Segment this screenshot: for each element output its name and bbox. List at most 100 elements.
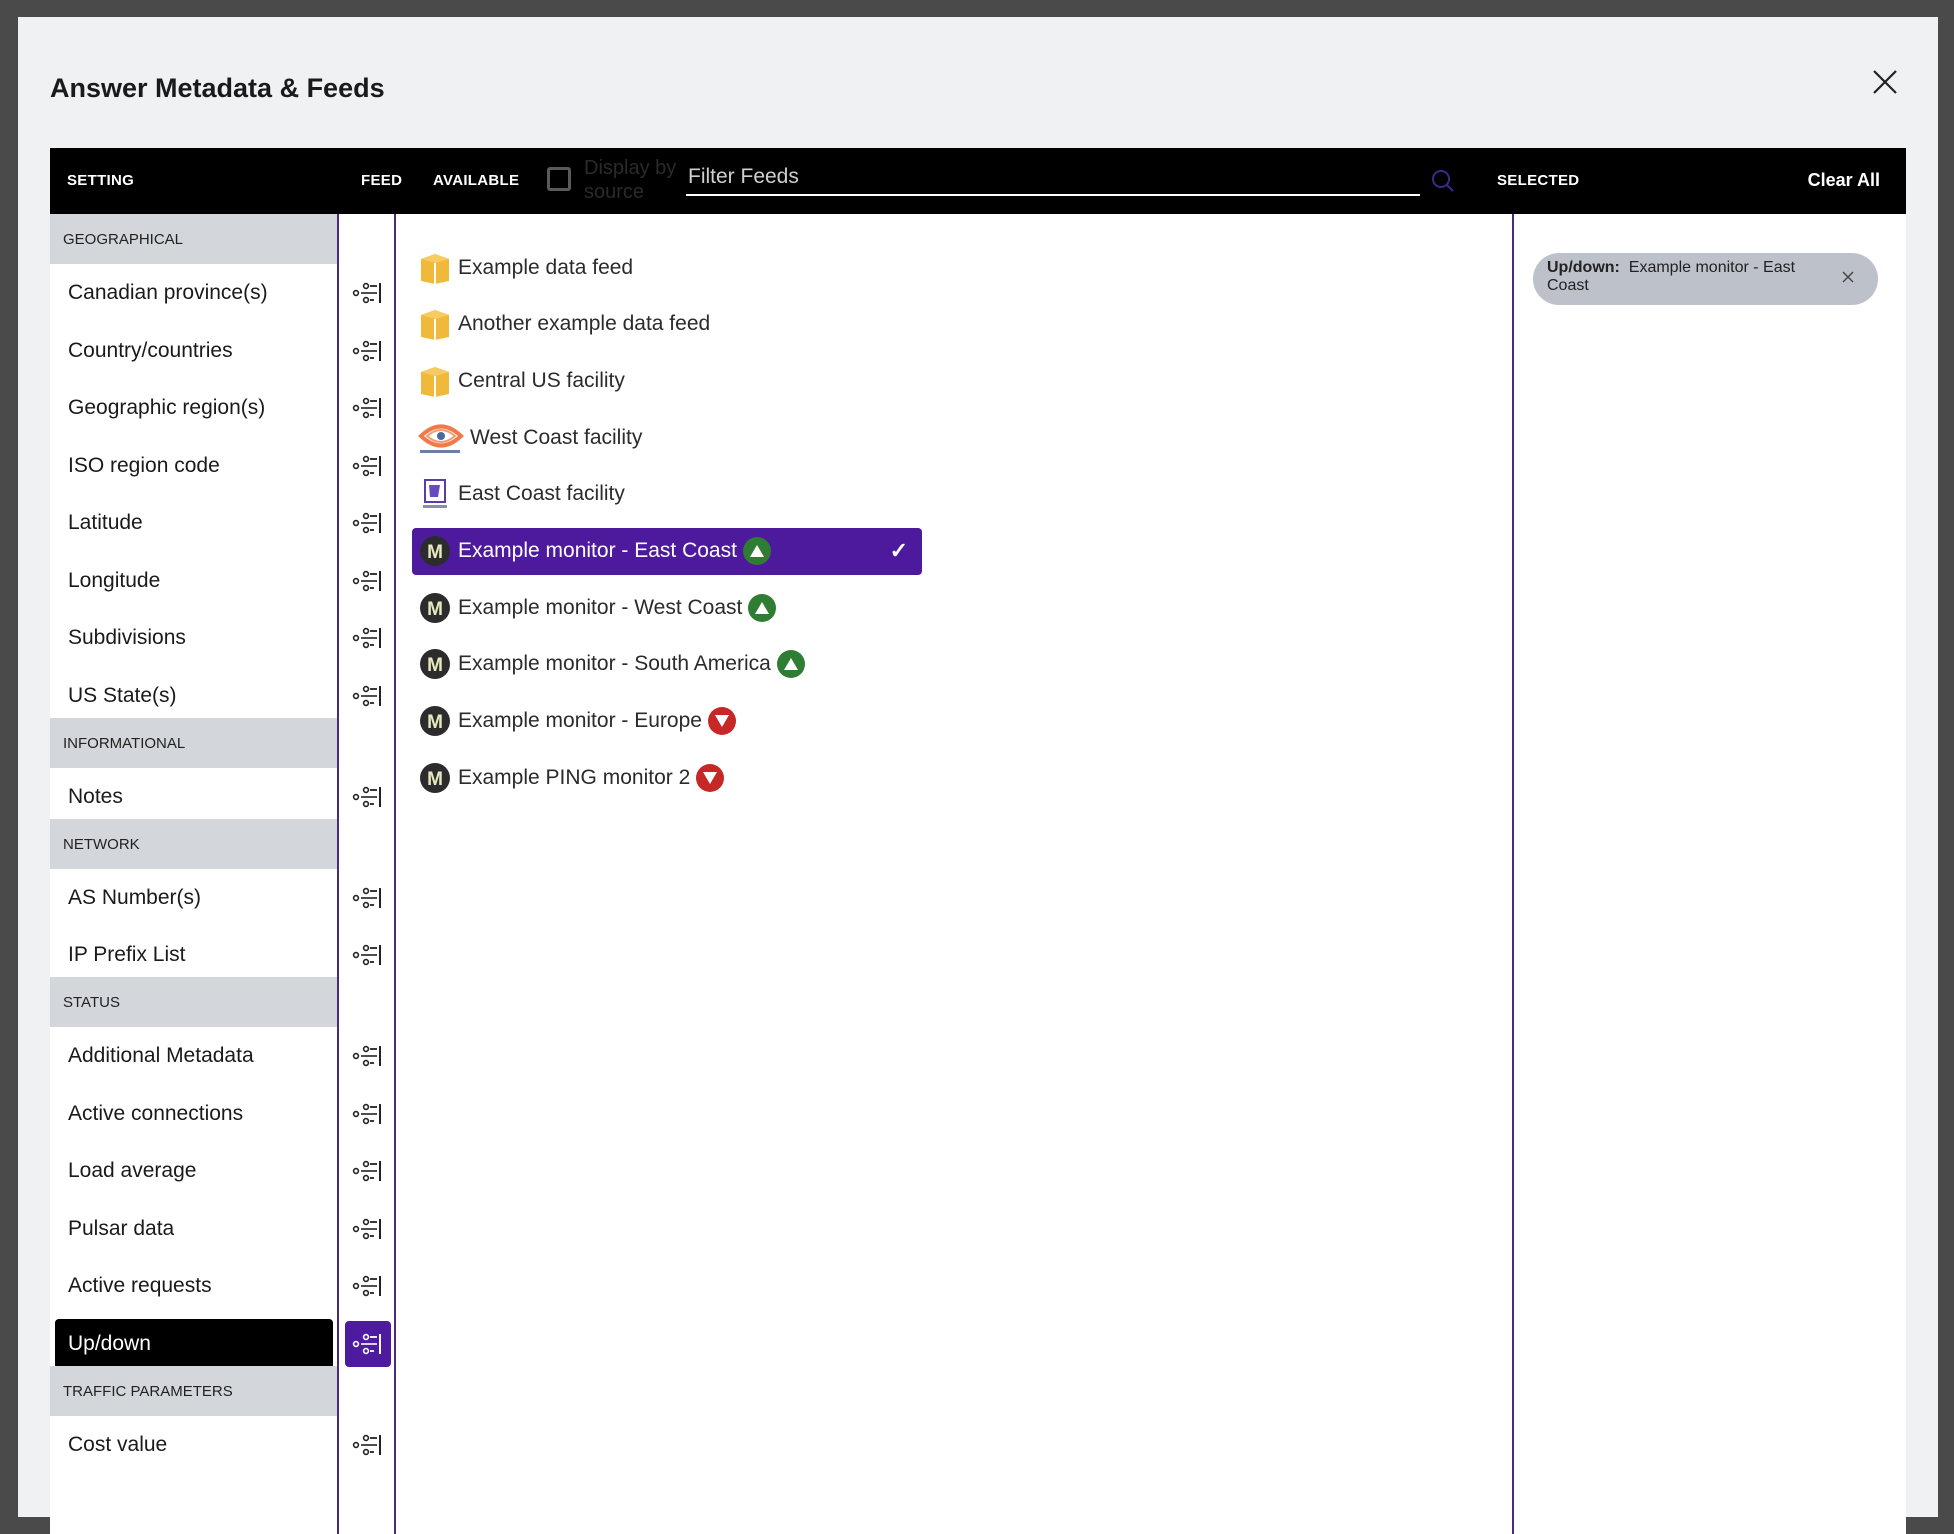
search-icon[interactable] xyxy=(1430,168,1456,194)
available-feed-item[interactable]: M Example monitor - South America xyxy=(412,641,805,688)
feed-settings-icon xyxy=(352,944,381,966)
selected-feeds-panel: Up/down: Example monitor - East Coast xyxy=(1512,214,1906,1534)
feed-settings-button[interactable] xyxy=(345,615,391,661)
setting-item[interactable]: US State(s) xyxy=(50,667,337,724)
feed-label: East Coast facility xyxy=(458,482,625,506)
feed-settings-icon xyxy=(352,1160,381,1182)
setting-item[interactable]: Load average xyxy=(50,1142,337,1199)
feed-label: Central US facility xyxy=(458,368,625,392)
monitor-m-icon: M xyxy=(420,592,450,623)
filter-feeds-input[interactable] xyxy=(686,160,1420,196)
setting-item[interactable]: Up/down xyxy=(55,1318,333,1369)
available-column-header: AVAILABLE xyxy=(433,172,520,189)
feed-settings-button[interactable] xyxy=(345,443,391,489)
monitor-m-icon: M xyxy=(418,534,452,568)
feed-settings-button[interactable] xyxy=(345,1033,391,1079)
feed-settings-button[interactable] xyxy=(345,1263,391,1309)
metadata-feeds-modal: Answer Metadata & Feeds SETTING FEED AVA… xyxy=(18,17,1938,1534)
available-feed-item[interactable]: M Example monitor - Europe xyxy=(412,698,736,745)
feed-settings-button[interactable] xyxy=(345,500,391,546)
modal-title: Answer Metadata & Feeds xyxy=(50,73,385,103)
eye-logo-icon xyxy=(418,424,464,453)
box-icon xyxy=(421,366,449,397)
svg-text:M: M xyxy=(427,655,443,676)
setting-item[interactable]: Notes xyxy=(50,768,337,825)
feed-settings-button[interactable] xyxy=(345,1320,391,1367)
feed-settings-button[interactable] xyxy=(345,1422,391,1468)
available-feed-item[interactable]: M Example monitor - West Coast xyxy=(412,584,777,631)
status-up-icon xyxy=(755,601,770,614)
monitor-m-icon: M xyxy=(420,649,450,680)
feed-settings-button[interactable] xyxy=(345,875,391,921)
setting-item[interactable]: Longitude xyxy=(50,552,337,609)
setting-item[interactable]: Active requests xyxy=(50,1257,337,1314)
setting-item[interactable]: Active connections xyxy=(50,1085,337,1142)
table-body: GEOGRAPHICAL Canadian province(s) Country/… xyxy=(50,214,1906,1534)
svg-text:M: M xyxy=(427,542,443,563)
monitor-m-icon: M xyxy=(418,704,452,738)
available-feed-item[interactable]: Example data feed xyxy=(412,244,633,291)
available-feed-item[interactable]: Central US facility xyxy=(412,357,625,404)
monitor-m-icon: M xyxy=(420,536,450,566)
feed-settings-icon xyxy=(352,1275,381,1297)
checkmark-icon: ✓ xyxy=(889,538,908,563)
status-down-icon xyxy=(703,771,718,784)
feed-settings-button[interactable] xyxy=(345,673,391,719)
setting-item[interactable]: IP Prefix List xyxy=(50,926,337,983)
remove-chip-button[interactable] xyxy=(1840,269,1856,285)
feed-settings-button[interactable] xyxy=(345,1206,391,1252)
feed-label: Example monitor - South America xyxy=(458,652,771,676)
available-feed-item[interactable]: M Example PING monitor 2 xyxy=(412,754,725,801)
feed-settings-icon xyxy=(352,1045,381,1067)
close-icon xyxy=(1842,271,1854,283)
setting-item[interactable]: AS Number(s) xyxy=(50,869,337,926)
setting-column-header: SETTING xyxy=(67,172,135,189)
setting-item[interactable]: Cost value xyxy=(50,1416,337,1473)
clear-all-button[interactable]: Clear All xyxy=(1808,170,1880,191)
feed-settings-button[interactable] xyxy=(345,328,391,374)
status-up-icon xyxy=(749,545,764,557)
close-button[interactable] xyxy=(1864,61,1904,101)
box-icon xyxy=(421,253,449,284)
feed-label: Example data feed xyxy=(458,255,634,279)
setting-item[interactable]: Pulsar data xyxy=(50,1200,337,1257)
setting-item[interactable]: Country/countries xyxy=(50,322,337,379)
feed-settings-icon xyxy=(352,512,381,534)
setting-item[interactable]: Additional Metadata xyxy=(50,1027,337,1084)
datadog-logo-icon xyxy=(418,477,452,511)
feed-settings-button[interactable] xyxy=(345,774,391,820)
available-feed-item[interactable]: East Coast facility xyxy=(412,471,625,518)
available-feed-item[interactable]: M Example monitor - East Coast ✓ xyxy=(412,527,922,575)
setting-item[interactable]: Canadian province(s) xyxy=(50,264,337,321)
status-down-badge xyxy=(707,707,736,736)
available-feeds-list: Example data feed Another example data f… xyxy=(396,214,1512,1534)
setting-item[interactable]: Geographic region(s) xyxy=(50,379,337,436)
feed-settings-icon xyxy=(352,455,381,476)
settings-list: GEOGRAPHICAL Canadian province(s) Country/… xyxy=(50,214,337,1534)
status-down-icon xyxy=(714,715,729,728)
setting-item[interactable]: ISO region code xyxy=(50,437,337,494)
display-by-source-checkbox[interactable] xyxy=(547,167,571,191)
setting-item[interactable]: Latitude xyxy=(50,494,337,551)
close-icon xyxy=(1873,70,1897,94)
feed-column-header: FEED xyxy=(361,172,403,189)
available-feed-item[interactable]: West Coast facility xyxy=(412,414,642,461)
box-icon xyxy=(418,364,452,398)
monitor-m-icon: M xyxy=(418,591,452,625)
table-header: SETTING FEED AVAILABLE Display by source… xyxy=(50,148,1906,214)
svg-text:M: M xyxy=(427,769,443,790)
feed-settings-button[interactable] xyxy=(345,385,391,431)
feed-label: Example monitor - West Coast xyxy=(458,595,743,619)
feed-settings-icon xyxy=(352,1218,381,1239)
feed-settings-button[interactable] xyxy=(345,1091,391,1137)
feed-settings-button[interactable] xyxy=(345,932,391,978)
feed-settings-button[interactable] xyxy=(345,270,391,316)
setting-item[interactable]: Subdivisions xyxy=(50,609,337,666)
feed-settings-icon xyxy=(352,1434,381,1455)
group-header: STATUS xyxy=(50,977,337,1027)
available-feed-item[interactable]: Another example data feed xyxy=(412,301,710,348)
monitor-m-icon: M xyxy=(420,706,450,737)
feed-settings-button[interactable] xyxy=(345,558,391,604)
feed-settings-button[interactable] xyxy=(345,1148,391,1194)
feed-buttons-column xyxy=(337,214,396,1534)
